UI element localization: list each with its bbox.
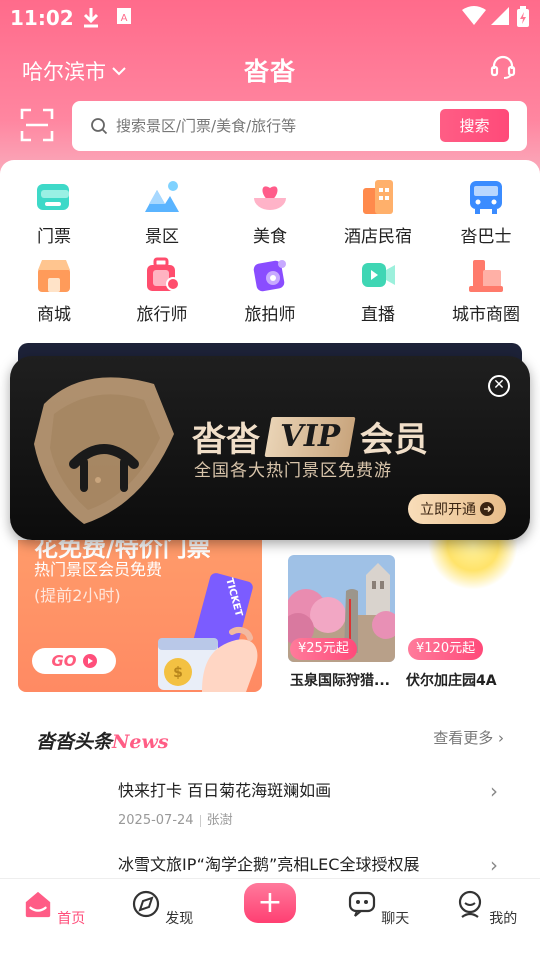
search-bar: 搜索 [72,101,527,151]
sun-glow [428,540,518,590]
search-button[interactable]: 搜索 [440,109,509,142]
nav-chat-label: 聊天 [381,911,410,927]
vip-subtitle: 全国各大热门景区免费游 [194,461,392,481]
nav-discover-label: 发现 [165,911,194,927]
news-title: 快来打卡 百日菊花海斑斓如画 [118,781,332,800]
category-label: 商城 [37,305,71,325]
price-tag: ¥120元起 [408,638,484,660]
ticket-illustration: $ [158,573,258,692]
vip-title: 沓沓 VIP 会员 [192,412,428,461]
category-label: 城市商圈 [452,305,520,325]
nav-mine[interactable]: 我的 [446,889,526,928]
home-icon [25,891,50,918]
chevron-right-icon: › [490,779,498,803]
play-icon [82,654,97,668]
promo-recommended-spots: ¥25元起 ¥120元起 玉泉国际狩猎... 伏尔加庄园4A [278,540,522,692]
mall-icon [35,256,73,294]
news-author: 张澍 [206,813,233,828]
hotel-icon [359,178,397,216]
vip-popup[interactable]: ✕ 沓沓 VIP 会员 全国各大热门景区免费游 立即开通 [10,356,530,540]
category-bus[interactable]: 沓巴士 [432,178,540,247]
profile-icon [458,890,481,918]
category-label: 美食 [253,227,287,247]
news-item[interactable]: 冰雪文旅IP“淘学企鹅”亮相LEC全球授权展 › [118,851,498,877]
download-icon [83,8,99,28]
news-section: 沓沓头条News 查看更多 › 快来打卡 百日菊花海斑斓如画 2025-07-2… [18,705,522,905]
category-ticket[interactable]: 门票 [0,178,108,247]
price-tag: ¥25元起 [290,638,357,660]
category-food[interactable]: 美食 [216,178,324,247]
top-bar: 哈尔滨市 沓沓 [0,46,540,90]
battery-icon [517,6,529,27]
vip-badge: VIP [264,416,356,457]
city-business-icon [467,256,505,294]
svg-text:A: A [121,13,128,24]
close-icon[interactable]: ✕ [488,375,510,397]
category-city-business[interactable]: 城市商圈 [432,256,540,325]
search-input[interactable] [116,112,416,140]
news-brand-cn: 沓沓头条 [36,731,113,753]
signal-icon [491,7,509,25]
category-label: 旅行师 [136,305,188,325]
chevron-right-icon: › [490,853,498,877]
status-time: 11:02 [10,6,74,30]
customer-service-icon[interactable] [490,54,516,80]
view-more-label: 查看更多 [433,729,494,747]
publish-button[interactable]: + [244,883,296,923]
news-brand: 沓沓头条News [36,727,169,754]
category-label: 沓巴士 [460,227,512,247]
food-icon [251,178,289,216]
category-scenic[interactable]: 景区 [108,178,216,247]
news-title: 冰雪文旅IP“淘学企鹅”亮相LEC全球授权展 [118,855,420,874]
vip-brand: 沓沓 [192,420,260,460]
category-label: 景区 [145,227,179,247]
keyboard-notification-icon: A [117,8,131,24]
category-label: 酒店民宿 [344,227,412,247]
wifi-icon [462,6,486,25]
news-brand-en: News [112,731,169,753]
chat-icon [348,891,375,917]
svg-text:$: $ [173,665,183,681]
nav-discover[interactable]: 发现 [122,889,202,928]
photographer-icon [251,256,289,294]
category-label: 门票 [37,227,71,247]
spot-name[interactable]: 伏尔加庄园4A [406,670,497,690]
bus-icon [467,178,505,216]
go-button[interactable]: GO [32,648,116,674]
app-title: 沓沓 [243,57,296,86]
category-mall[interactable]: 商城 [0,256,108,325]
status-bar: 11:02 A [0,0,540,36]
category-label: 旅拍师 [244,305,296,325]
travel-advisor-icon [143,256,181,294]
category-hotel[interactable]: 酒店民宿 [324,178,432,247]
spot-name[interactable]: 玉泉国际狩猎... [290,670,390,690]
ticket-icon [35,178,73,216]
news-item[interactable]: 快来打卡 百日菊花海斑斓如画 2025-07-24 张澍 › [118,777,498,828]
nav-home[interactable]: 首页 [14,889,94,928]
category-photographer[interactable]: 旅拍师 [216,256,324,325]
scan-icon[interactable] [20,108,54,142]
activate-label: 立即开通 [420,502,476,518]
discover-icon [132,890,159,918]
tata-logo-watermark [34,377,174,524]
scenic-icon [143,178,181,216]
arrow-right-icon [480,502,494,516]
search-icon [91,118,108,135]
category-travel-advisor[interactable]: 旅行师 [108,256,216,325]
activate-vip-button[interactable]: 立即开通 [408,494,506,524]
nav-chat[interactable]: 聊天 [338,889,418,928]
nav-mine-label: 我的 [489,911,518,927]
category-live[interactable]: 直播 [324,256,432,325]
view-more-link[interactable]: 查看更多 › [433,727,504,748]
promo-free-tickets[interactable]: 花免费/特价门票 热门景区会员免费 (提前2小时) GO $ TICKET [18,540,262,692]
vip-suffix: 会员 [359,420,428,460]
news-date: 2025-07-24 [118,813,194,828]
category-label: 直播 [361,305,395,325]
promo-note: (提前2小时) [34,586,121,605]
nav-home-label: 首页 [57,911,86,927]
news-meta: 2025-07-24 张澍 [118,809,498,828]
live-icon [359,256,397,294]
go-label: GO [51,652,77,670]
